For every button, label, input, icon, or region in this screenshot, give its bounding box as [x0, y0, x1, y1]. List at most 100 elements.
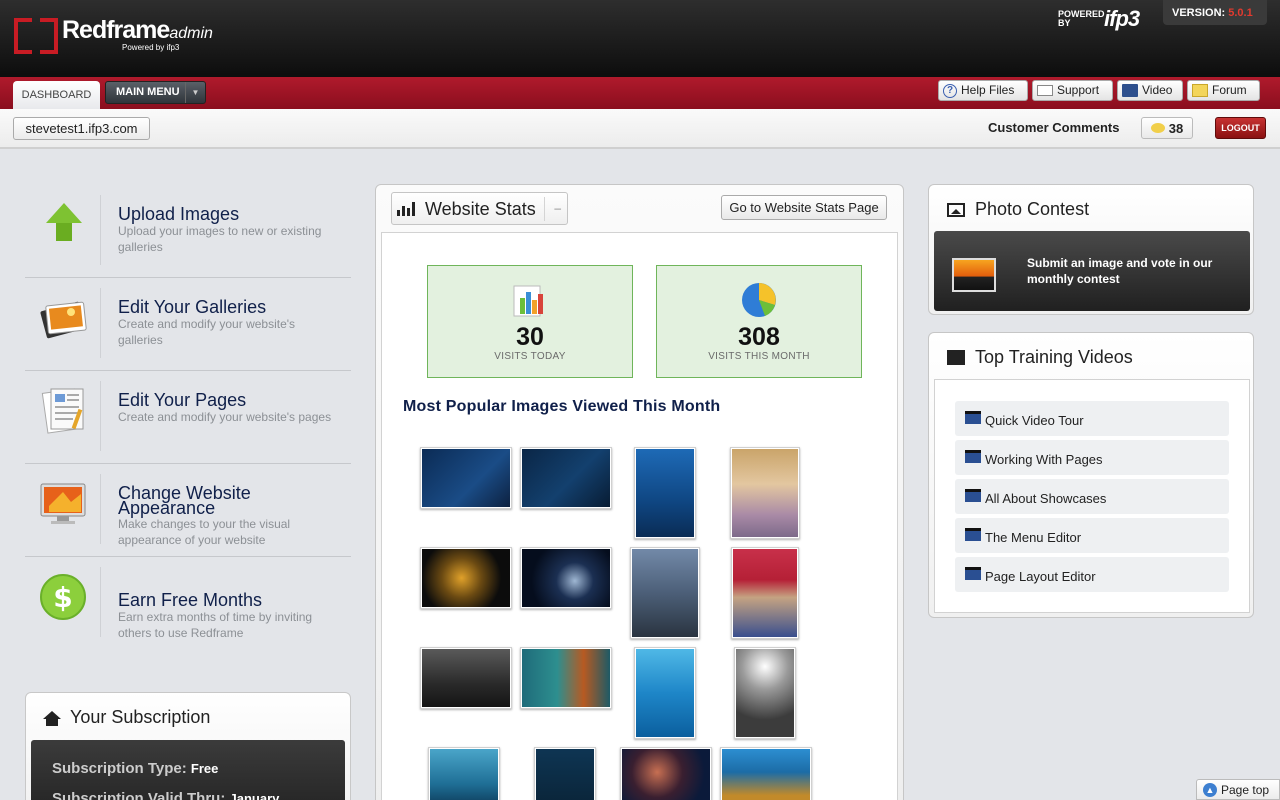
change-appearance-title[interactable]: Change Website Appearance: [118, 484, 338, 517]
training-videos-list: Quick Video Tour Working With Pages All …: [934, 379, 1250, 613]
popular-images-title: Most Popular Images Viewed This Month: [403, 398, 721, 415]
earn-free-months-title[interactable]: Earn Free Months: [118, 591, 338, 609]
main-menu-label: MAIN MENU: [116, 86, 180, 98]
visits-month-label: VISITS THIS MONTH: [708, 351, 810, 362]
popular-image-thumb[interactable]: [520, 547, 612, 609]
stats-chart-icon: [397, 202, 415, 216]
popular-image-thumb[interactable]: [420, 447, 512, 509]
main-menu-button[interactable]: MAIN MENU ▼: [105, 81, 206, 104]
change-appearance-item[interactable]: Change Website Appearance Make changes t…: [25, 464, 351, 557]
home-icon: [43, 710, 61, 726]
svg-text:$: $: [53, 581, 72, 614]
popular-image-thumb[interactable]: [534, 747, 596, 800]
earn-free-months-item[interactable]: $ Earn Free Months Earn extra months of …: [25, 557, 351, 650]
support-link[interactable]: Support: [1032, 80, 1113, 101]
customer-comments-count[interactable]: 38: [1141, 117, 1193, 139]
edit-galleries-item[interactable]: Edit Your Galleries Create and modify yo…: [25, 278, 351, 371]
subscription-type-value: Free: [190, 761, 219, 776]
photo-contest-panel: Photo Contest Submit an image and vote i…: [928, 184, 1254, 315]
subscription-panel: Your Subscription Subscription Type: Fre…: [25, 692, 351, 800]
video-label: Video: [1142, 83, 1173, 97]
video-item-showcases[interactable]: All About Showcases: [955, 479, 1229, 514]
comment-bubble-icon: [1150, 123, 1165, 133]
galleries-icon: [37, 290, 91, 344]
mail-icon: [1037, 85, 1053, 96]
nav-bar: DASHBOARD MAIN MENU ▼ ? Help Files Suppo…: [0, 77, 1280, 109]
photo-contest-header: Photo Contest: [947, 199, 1089, 220]
popular-image-thumb[interactable]: [420, 647, 512, 709]
edit-galleries-title[interactable]: Edit Your Galleries: [118, 298, 338, 316]
note-icon: [1192, 84, 1208, 97]
popular-image-thumb[interactable]: [734, 647, 796, 739]
help-icon: ?: [943, 83, 957, 98]
website-stats-header: Website Stats –: [391, 192, 568, 225]
photo-contest-title: Photo Contest: [975, 199, 1090, 219]
video-item-label: All About Showcases: [985, 490, 1107, 506]
chevron-down-icon[interactable]: ▼: [185, 82, 205, 103]
edit-pages-title[interactable]: Edit Your Pages: [118, 391, 338, 409]
website-stats-title: Website Stats: [425, 199, 536, 219]
video-link[interactable]: Video: [1117, 80, 1183, 101]
video-item-menu-editor[interactable]: The Menu Editor: [955, 518, 1229, 553]
collapse-toggle[interactable]: –: [554, 201, 561, 215]
help-files-link[interactable]: ? Help Files: [938, 80, 1028, 101]
training-videos-panel: Top Training Videos Quick Video Tour Wor…: [928, 332, 1254, 618]
redframe-frame-icon: [14, 18, 58, 54]
visits-today-box: 30 VISITS TODAY: [427, 265, 633, 378]
video-item-label: Page Layout Editor: [985, 568, 1096, 584]
monitor-icon: [37, 476, 91, 530]
brand-suffix: admin: [169, 25, 213, 42]
version-label: VERSION:: [1172, 7, 1226, 19]
sub-bar: stevetest1.ifp3.com Customer Comments 38…: [0, 109, 1280, 149]
popular-image-thumb[interactable]: [630, 547, 700, 639]
photo-contest-banner[interactable]: Submit an image and vote in our monthly …: [934, 231, 1250, 311]
brand-name: Redframe: [62, 16, 170, 44]
redframe-logo[interactable]: Redframeadmin Powered by ifp3: [14, 18, 213, 54]
popular-image-thumb[interactable]: [520, 647, 612, 709]
dollar-icon: $: [37, 569, 91, 623]
arrow-up-icon: ▲: [1203, 782, 1217, 797]
subscription-details: Subscription Type: Free Subscription Val…: [31, 740, 345, 800]
video-item-quick-tour[interactable]: Quick Video Tour: [955, 401, 1229, 436]
goto-stats-button[interactable]: Go to Website Stats Page: [721, 195, 887, 220]
page-top-label: Page top: [1221, 782, 1270, 797]
popular-image-thumb[interactable]: [720, 747, 812, 800]
site-url-button[interactable]: stevetest1.ifp3.com: [13, 117, 150, 140]
version-value: 5.0.1: [1228, 7, 1253, 19]
subscription-type-label: Subscription Type:: [52, 760, 187, 777]
forum-label: Forum: [1212, 83, 1247, 97]
edit-pages-item[interactable]: Edit Your Pages Create and modify your w…: [25, 371, 351, 464]
subscription-title: Your Subscription: [70, 707, 211, 727]
upload-arrow-icon: [37, 197, 91, 251]
subscription-header: Your Subscription: [43, 707, 211, 728]
popular-image-thumb[interactable]: [730, 447, 800, 539]
photo-contest-text[interactable]: Submit an image and vote in our monthly …: [1027, 255, 1227, 287]
training-videos-header: Top Training Videos: [947, 347, 1133, 368]
popular-image-thumb[interactable]: [634, 647, 696, 739]
customer-comments-label[interactable]: Customer Comments: [988, 120, 1119, 135]
video-item-page-layout-editor[interactable]: Page Layout Editor: [955, 557, 1229, 592]
popular-image-thumb[interactable]: [634, 447, 696, 539]
tab-dashboard[interactable]: DASHBOARD: [13, 81, 100, 109]
training-videos-title: Top Training Videos: [975, 347, 1133, 367]
visits-month-value: 308: [738, 323, 780, 351]
video-icon: [965, 449, 981, 463]
video-item-working-with-pages[interactable]: Working With Pages: [955, 440, 1229, 475]
popular-image-thumb[interactable]: [420, 547, 512, 609]
video-item-label: Working With Pages: [985, 451, 1103, 467]
popular-image-thumb[interactable]: [620, 747, 712, 800]
popular-image-thumb[interactable]: [731, 547, 799, 639]
popular-image-thumb[interactable]: [520, 447, 612, 509]
page-top-button[interactable]: ▲ Page top: [1196, 779, 1280, 800]
pages-icon: [37, 383, 91, 437]
logout-button[interactable]: LOGOUT: [1215, 117, 1266, 139]
forum-link[interactable]: Forum: [1187, 80, 1260, 101]
popular-image-thumb[interactable]: [428, 747, 500, 800]
clapperboard-icon: [947, 350, 965, 365]
comments-count-value: 38: [1168, 120, 1184, 136]
upload-images-title[interactable]: Upload Images: [118, 205, 338, 223]
edit-galleries-desc: Create and modify your website's galleri…: [118, 317, 296, 347]
video-icon: [965, 488, 981, 502]
pie-chart-icon: [742, 283, 776, 317]
upload-images-item[interactable]: Upload Images Upload your images to new …: [25, 185, 351, 278]
